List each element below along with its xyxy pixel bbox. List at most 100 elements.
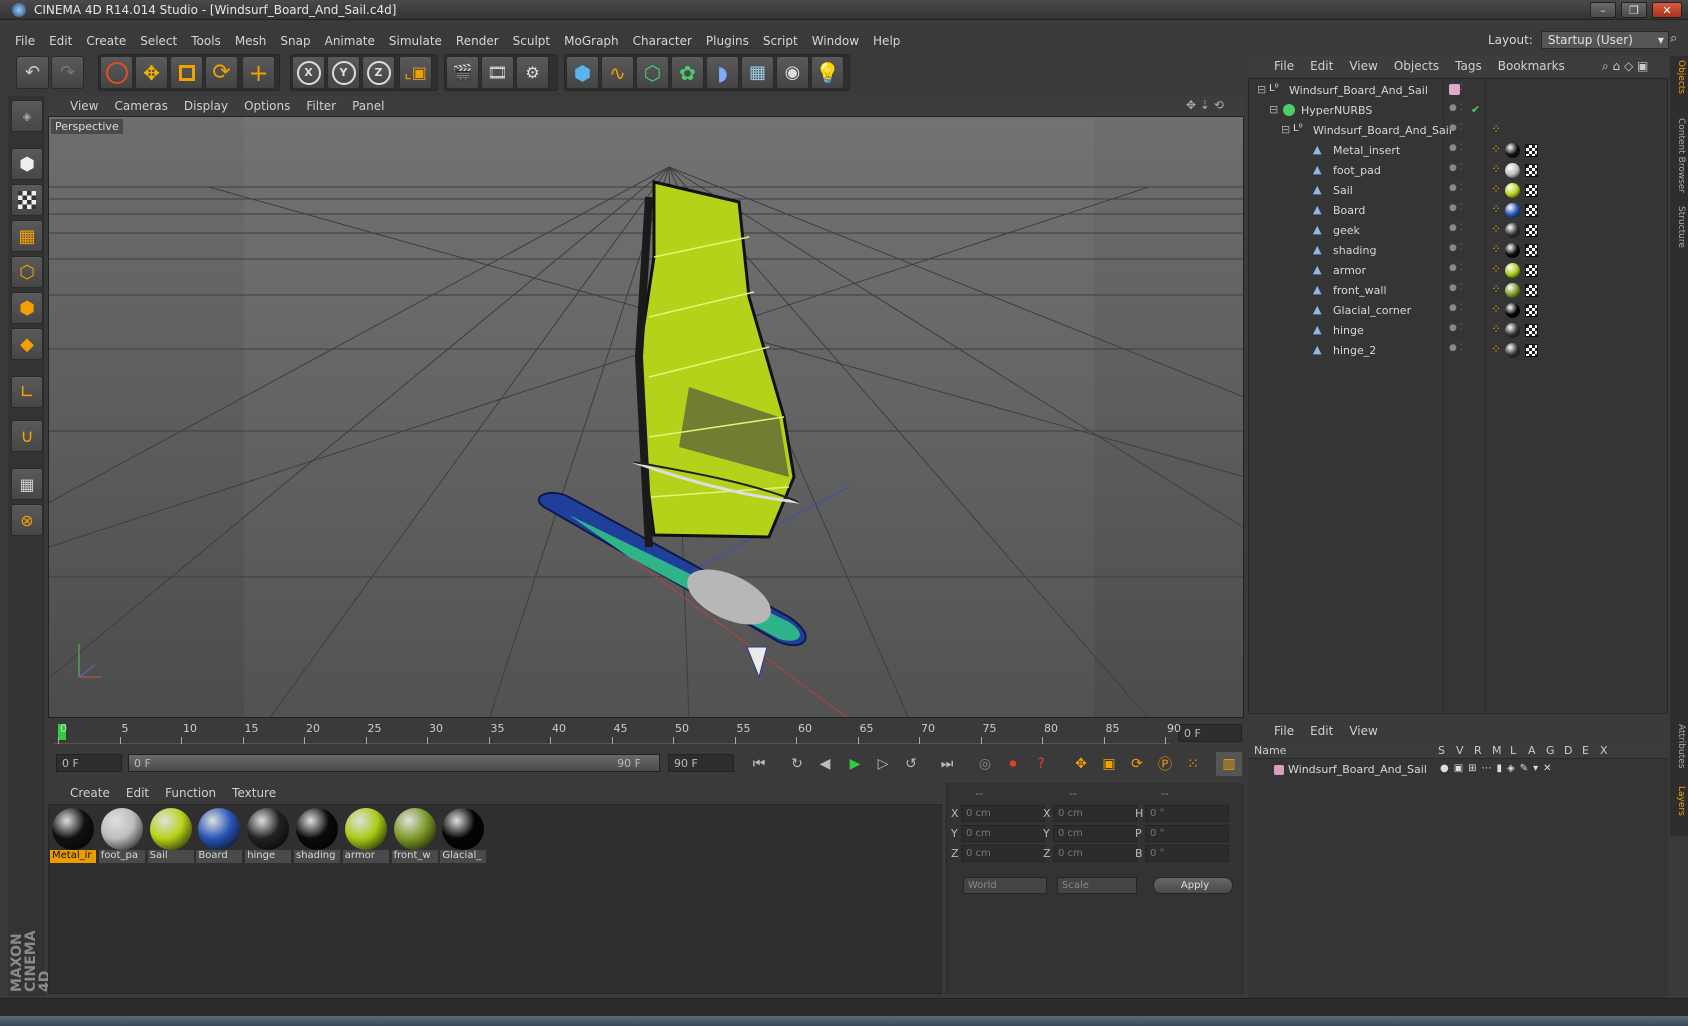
- tab-content-browser[interactable]: Content Browser: [1672, 118, 1686, 193]
- layer-menu-edit[interactable]: Edit: [1302, 724, 1341, 738]
- expand-icon[interactable]: ⊟: [1281, 123, 1290, 136]
- coord-value-field[interactable]: 0 cm: [961, 845, 1045, 862]
- object-row[interactable]: ▲ geek ● ⁚ ⁘: [1249, 221, 1669, 240]
- material-tag-icon[interactable]: [1505, 163, 1520, 178]
- restore-button[interactable]: ❐: [1621, 2, 1647, 18]
- redo-button[interactable]: ↷: [51, 56, 84, 89]
- coord-value-field[interactable]: 0 cm: [1053, 845, 1137, 862]
- move-icon[interactable]: ✥: [135, 56, 168, 89]
- model-mode-icon[interactable]: ⬢: [11, 148, 43, 180]
- search-icon[interactable]: ⌕: [1670, 31, 1677, 46]
- material-tag-icon[interactable]: [1505, 323, 1520, 338]
- record-active-icon[interactable]: ⏺: [1000, 752, 1026, 776]
- go-to-end-icon[interactable]: ⏭: [934, 752, 960, 776]
- layer-column-header[interactable]: S: [1438, 744, 1445, 757]
- material-tag-icon[interactable]: [1505, 263, 1520, 278]
- go-to-start-icon[interactable]: ⏮: [746, 752, 772, 776]
- material-menu-create[interactable]: Create: [62, 786, 118, 800]
- menu-plugins[interactable]: Plugins: [699, 34, 756, 48]
- material-menu-texture[interactable]: Texture: [224, 786, 284, 800]
- tab-attributes[interactable]: Attributes: [1672, 724, 1686, 768]
- uvw-tag-icon[interactable]: [1525, 284, 1538, 297]
- visibility-dots-icon[interactable]: ● ⁚: [1449, 223, 1463, 233]
- layer-menu-file[interactable]: File: [1266, 724, 1302, 738]
- y-axis-icon[interactable]: Y: [327, 56, 360, 89]
- menu-simulate[interactable]: Simulate: [382, 34, 449, 48]
- material-swatch[interactable]: Metal_ir: [50, 806, 96, 864]
- texture-mode-icon[interactable]: [11, 184, 43, 216]
- viewport-menu-view[interactable]: View: [62, 99, 106, 113]
- viewport-menu-display[interactable]: Display: [176, 99, 236, 113]
- phong-tag-icon[interactable]: ⁘: [1491, 182, 1501, 196]
- object-menu-edit[interactable]: Edit: [1302, 59, 1341, 73]
- object-menu-file[interactable]: File: [1266, 59, 1302, 73]
- phong-tag-icon[interactable]: ⁘: [1491, 122, 1501, 136]
- material-swatch[interactable]: armor: [342, 806, 389, 864]
- material-swatch[interactable]: Board: [196, 806, 243, 864]
- phong-tag-icon[interactable]: ⁘: [1491, 282, 1501, 296]
- layer-menu-view[interactable]: View: [1341, 724, 1385, 738]
- menu-sculpt[interactable]: Sculpt: [506, 34, 557, 48]
- viewport-menu-cameras[interactable]: Cameras: [106, 99, 175, 113]
- uvw-tag-icon[interactable]: [1525, 224, 1538, 237]
- visibility-dots-icon[interactable]: ● ⁚: [1449, 343, 1463, 353]
- visibility-dots-icon[interactable]: ● ⁚: [1449, 243, 1463, 253]
- menu-select[interactable]: Select: [133, 34, 184, 48]
- phong-tag-icon[interactable]: ⁘: [1491, 142, 1501, 156]
- material-tag-icon[interactable]: [1505, 183, 1520, 198]
- light-icon[interactable]: 💡: [811, 56, 844, 89]
- phong-tag-icon[interactable]: ⁘: [1491, 322, 1501, 336]
- coord-value-field[interactable]: 0 cm: [1053, 825, 1137, 842]
- material-swatch[interactable]: hinge: [245, 806, 292, 864]
- layout-dropdown[interactable]: Startup (User) ▾: [1540, 31, 1669, 49]
- object-menu-objects[interactable]: Objects: [1386, 59, 1447, 73]
- frame-range-slider[interactable]: 0 F 90 F: [128, 754, 660, 772]
- autokey-icon[interactable]: ?: [1028, 752, 1054, 776]
- visibility-dots-icon[interactable]: ● ⁚: [1449, 263, 1463, 273]
- object-menu-tags[interactable]: Tags: [1447, 59, 1490, 73]
- step-back-icon[interactable]: ◀: [812, 752, 838, 776]
- edges-mode-icon[interactable]: ⬢: [11, 292, 43, 324]
- minimize-button[interactable]: –: [1590, 2, 1616, 18]
- scale-dropdown[interactable]: Scale: [1057, 877, 1137, 894]
- material-tag-icon[interactable]: [1505, 143, 1520, 158]
- current-frame-field[interactable]: 0 F: [1178, 724, 1242, 742]
- object-row[interactable]: ⊟ HyperNURBS ● ⁚ ✔: [1249, 101, 1669, 120]
- object-row[interactable]: L⁰ ⊟ Windsurf_Board_And_Sail ● ⁚ ⁘: [1249, 121, 1669, 140]
- object-row[interactable]: ▲ Board ● ⁚ ⁘: [1249, 201, 1669, 220]
- menu-script[interactable]: Script: [756, 34, 805, 48]
- uvw-tag-icon[interactable]: [1525, 184, 1538, 197]
- menu-window[interactable]: Window: [805, 34, 866, 48]
- locked-workplane-icon[interactable]: ⊗: [11, 504, 43, 536]
- layer-column-header[interactable]: G: [1546, 744, 1555, 757]
- polygons-mode-icon[interactable]: ◆: [11, 328, 43, 360]
- apply-button[interactable]: Apply: [1153, 877, 1233, 894]
- key-position-icon[interactable]: ✥: [1068, 752, 1094, 776]
- loop-icon[interactable]: ↻: [784, 752, 810, 776]
- menu-mograph[interactable]: MoGraph: [557, 34, 626, 48]
- enabled-check-icon[interactable]: ✔: [1471, 103, 1480, 116]
- visibility-dots-icon[interactable]: ● ⁚: [1449, 163, 1463, 173]
- menu-render[interactable]: Render: [449, 34, 506, 48]
- expand-icon[interactable]: ⊟: [1269, 103, 1278, 116]
- material-tag-icon[interactable]: [1505, 283, 1520, 298]
- key-parameter-icon[interactable]: Ⓟ: [1152, 752, 1178, 776]
- phong-tag-icon[interactable]: ⁘: [1491, 342, 1501, 356]
- object-row[interactable]: ▲ foot_pad ● ⁚ ⁘: [1249, 161, 1669, 180]
- phong-tag-icon[interactable]: ⁘: [1491, 162, 1501, 176]
- step-forward-icon[interactable]: ▷: [870, 752, 896, 776]
- live-selection-icon[interactable]: [100, 56, 133, 89]
- add-icon[interactable]: +: [242, 56, 275, 89]
- object-row[interactable]: ▲ hinge_2 ● ⁚ ⁘: [1249, 341, 1669, 360]
- material-swatch[interactable]: Sail: [147, 806, 194, 864]
- phong-tag-icon[interactable]: ⁘: [1491, 302, 1501, 316]
- end-frame-field[interactable]: 90 F: [668, 754, 734, 772]
- workplane-lock-icon[interactable]: ▦: [11, 468, 43, 500]
- coord-value-field[interactable]: 0 °: [1145, 805, 1229, 822]
- perspective-viewport[interactable]: Perspective: [48, 116, 1244, 718]
- menu-animate[interactable]: Animate: [318, 34, 382, 48]
- layer-column-header[interactable]: X: [1600, 744, 1608, 757]
- phong-tag-icon[interactable]: ⁘: [1491, 262, 1501, 276]
- object-row[interactable]: L⁰⊟Windsurf_Board_And_Sail● ⁚: [1249, 81, 1669, 100]
- object-row[interactable]: ▲ Sail ● ⁚ ⁘: [1249, 181, 1669, 200]
